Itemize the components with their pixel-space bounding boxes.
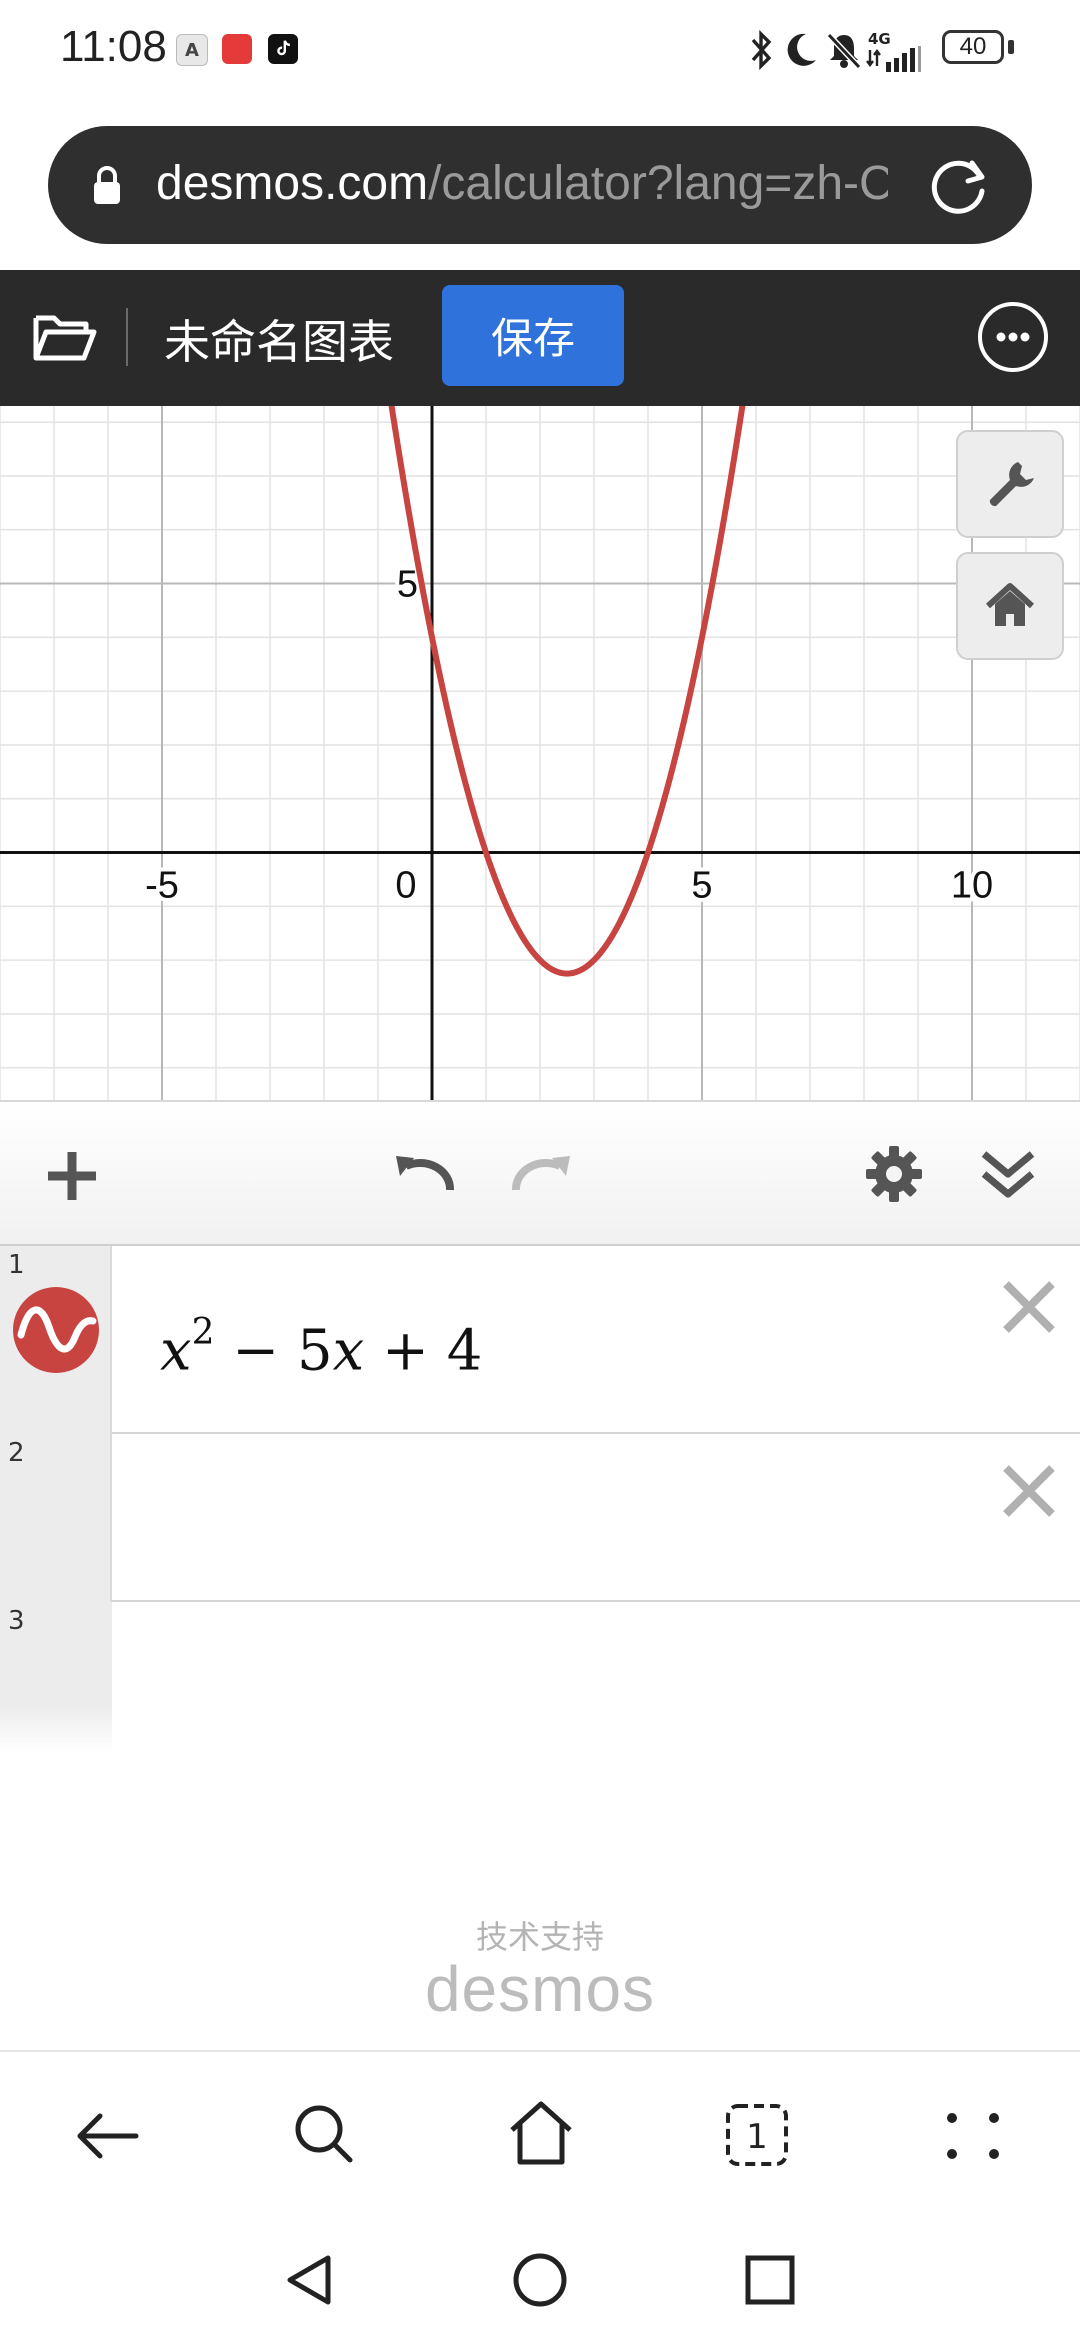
- more-options-button[interactable]: [978, 302, 1048, 372]
- battery-indicator: 40: [942, 30, 1004, 64]
- more-dots-icon: [996, 332, 1030, 342]
- x-tick-label: 0: [395, 865, 416, 907]
- signal-4g-icon: [866, 46, 921, 72]
- battery-tip: [1008, 40, 1014, 54]
- undo-icon[interactable]: [390, 1144, 460, 1204]
- expression-number: 2: [8, 1438, 25, 1468]
- tabs-icon[interactable]: 1: [722, 2100, 792, 2170]
- expression-number: 1: [8, 1250, 25, 1280]
- graph-paper[interactable]: -5 0 5 10 5: [0, 406, 1080, 1100]
- url-host: desmos.com: [156, 157, 429, 210]
- url-text[interactable]: desmos.com/calculator?lang=zh-C: [156, 156, 894, 211]
- huawei-app-icon: [222, 34, 252, 64]
- back-arrow-icon[interactable]: [72, 2106, 142, 2166]
- x-tick-label: 10: [951, 865, 993, 907]
- graph-color-icon[interactable]: [13, 1287, 99, 1373]
- expression-number: 3: [8, 1606, 25, 1636]
- redo-icon[interactable]: [506, 1144, 576, 1204]
- save-button[interactable]: 保存: [442, 285, 624, 386]
- browser-menu-icon[interactable]: [938, 2108, 1008, 2164]
- expression-input-1[interactable]: x2 − 5x + 4: [160, 1312, 482, 1384]
- bell-muted-icon: [826, 32, 862, 70]
- delete-expression-icon[interactable]: [994, 1456, 1064, 1526]
- collapse-list-icon[interactable]: [978, 1144, 1038, 1204]
- zoom-default-button[interactable]: [956, 552, 1064, 660]
- x-tick-label: -5: [145, 865, 179, 907]
- add-item-icon[interactable]: [42, 1146, 102, 1206]
- graph-settings-button[interactable]: [956, 430, 1064, 538]
- moon-icon: [787, 33, 816, 66]
- app-a-icon: A: [176, 34, 208, 66]
- home-icon: [985, 583, 1035, 626]
- system-back-icon[interactable]: [280, 2250, 340, 2310]
- y-tick-label: 5: [397, 564, 418, 606]
- graph-canvas: -5 0 5 10 5: [0, 406, 1080, 1100]
- graph-title[interactable]: 未命名图表: [164, 306, 394, 372]
- search-icon[interactable]: [290, 2100, 360, 2170]
- system-recents-icon[interactable]: [740, 2250, 800, 2310]
- wrench-icon: [989, 462, 1034, 507]
- delete-expression-icon[interactable]: [994, 1272, 1064, 1342]
- folder-icon[interactable]: [32, 308, 98, 364]
- svg-text:1: 1: [746, 2117, 768, 2157]
- tiktok-icon: [268, 34, 298, 64]
- settings-gear-icon[interactable]: [864, 1144, 924, 1204]
- reload-icon[interactable]: [928, 155, 990, 217]
- home-icon[interactable]: [506, 2098, 576, 2168]
- x-tick-label: 5: [691, 865, 712, 907]
- expression-row-2[interactable]: 2: [0, 1434, 1080, 1602]
- system-home-icon[interactable]: [510, 2250, 570, 2310]
- bluetooth-icon: [751, 30, 772, 70]
- desmos-logo[interactable]: desmos: [0, 1952, 1080, 2026]
- url-path: /calculator?lang=zh-C: [428, 157, 894, 210]
- header-divider: [126, 308, 128, 366]
- status-time: 11:08: [60, 22, 167, 71]
- expression-row-3[interactable]: 3: [0, 1602, 1080, 1752]
- lock-icon: [94, 166, 120, 204]
